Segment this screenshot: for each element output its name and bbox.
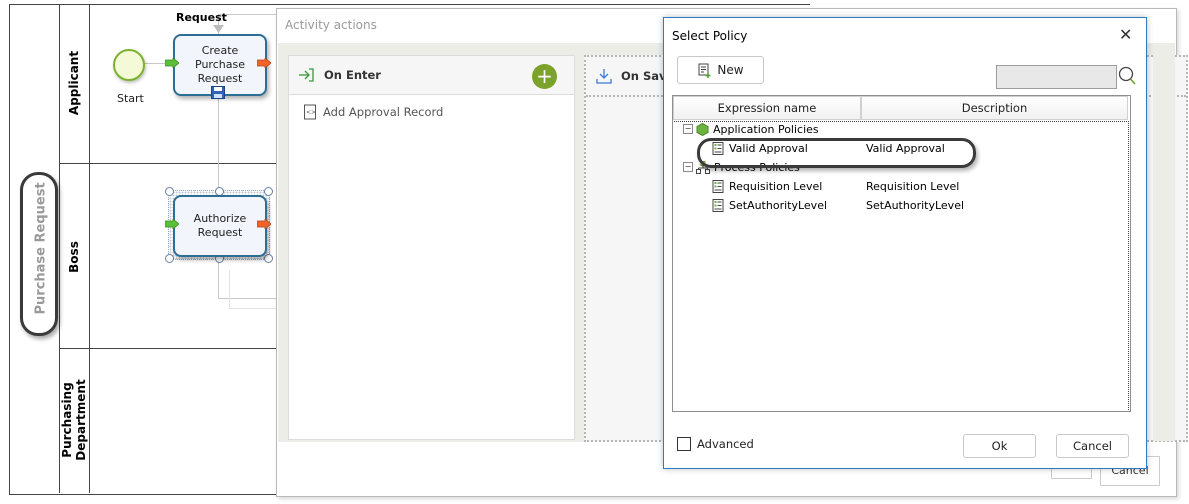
- select-policy-dialog: Select Policy ✕ New Expression name Desc…: [663, 17, 1147, 469]
- search-icon[interactable]: [1117, 65, 1137, 87]
- incoming-arrow-icon: [165, 58, 179, 68]
- flow-label-request: Request: [176, 11, 227, 24]
- close-icon[interactable]: ✕: [1119, 25, 1132, 44]
- advanced-label: Advanced: [697, 437, 754, 451]
- arrow-down-icon: [213, 25, 224, 33]
- resize-handle[interactable]: [264, 254, 273, 263]
- column-header-description[interactable]: Description: [861, 96, 1128, 120]
- collapse-icon[interactable]: −: [683, 124, 693, 134]
- task-label: Create Purchase Request: [195, 44, 245, 85]
- advanced-checkbox[interactable]: Advanced: [677, 437, 754, 451]
- lane-label-boss[interactable]: Boss: [67, 207, 81, 307]
- save-action-icon[interactable]: [211, 86, 225, 99]
- cancel-button[interactable]: Cancel: [1056, 434, 1129, 458]
- outgoing-arrow-icon: [257, 219, 271, 229]
- search-input[interactable]: [996, 65, 1117, 89]
- script-icon: <>: [304, 104, 316, 120]
- new-policy-button[interactable]: New: [677, 56, 764, 84]
- resize-handle[interactable]: [165, 187, 174, 196]
- action-item[interactable]: <> Add Approval Record: [303, 104, 443, 120]
- dialog-title: Select Policy: [672, 29, 748, 43]
- grid-header: Expression name Description: [673, 96, 1130, 120]
- checkbox-box[interactable]: [677, 437, 691, 451]
- new-document-icon: [698, 63, 711, 78]
- new-button-label: New: [717, 63, 744, 77]
- sequence-flow[interactable]: [218, 258, 219, 298]
- download-icon: [596, 69, 612, 84]
- lane-label-purchasing-department[interactable]: Purchasing Department: [60, 370, 88, 470]
- start-event[interactable]: [113, 49, 145, 81]
- sequence-flow[interactable]: [229, 308, 278, 309]
- ok-button[interactable]: Ok: [963, 434, 1036, 458]
- svg-text:<>: <>: [306, 109, 316, 116]
- pool-label[interactable]: Purchase Request: [34, 182, 49, 314]
- policy-document-icon: [712, 198, 724, 212]
- expression-description: Requisition Level: [866, 179, 960, 193]
- on-enter-header: On Enter +: [289, 56, 574, 95]
- task-authorize-request[interactable]: Authorize Request: [173, 195, 267, 257]
- task-label: Authorize Request: [193, 212, 247, 239]
- application-policy-icon: [696, 122, 709, 136]
- add-action-button[interactable]: +: [532, 64, 557, 89]
- on-enter-title: On Enter: [324, 68, 381, 82]
- group-label: Application Policies: [713, 122, 819, 136]
- column-header-expression-name[interactable]: Expression name: [673, 96, 861, 120]
- sequence-flow[interactable]: [218, 92, 219, 190]
- collapse-icon[interactable]: −: [683, 162, 693, 172]
- lane-label-applicant[interactable]: Applicant: [67, 33, 81, 133]
- expression-description: SetAuthorityLevel: [866, 198, 965, 212]
- policy-row-requisition-level[interactable]: Requisition Level Requisition Level: [712, 177, 1122, 195]
- policy-document-icon: [712, 179, 724, 193]
- action-label: Add Approval Record: [323, 105, 444, 119]
- sequence-flow[interactable]: [218, 298, 278, 299]
- window-title: Activity actions: [285, 18, 377, 32]
- enter-icon: [299, 68, 314, 82]
- expression-name: Requisition Level: [729, 179, 823, 193]
- expression-name: SetAuthorityLevel: [729, 198, 828, 212]
- start-event-label: Start: [117, 92, 144, 105]
- outgoing-arrow-icon: [257, 58, 271, 68]
- sequence-flow[interactable]: [218, 14, 278, 15]
- window-edge: [1153, 43, 1175, 441]
- highlight-callout: [697, 138, 976, 168]
- resize-handle[interactable]: [165, 254, 174, 263]
- policy-row-setauthoritylevel[interactable]: SetAuthorityLevel SetAuthorityLevel: [712, 196, 1122, 214]
- on-enter-panel: On Enter + <> Add Approval Record: [288, 55, 575, 440]
- sequence-flow[interactable]: [229, 270, 230, 308]
- resize-handle[interactable]: [264, 187, 273, 196]
- tree-group-application-policies[interactable]: − Application Policies: [683, 120, 819, 138]
- incoming-arrow-icon: [165, 219, 179, 229]
